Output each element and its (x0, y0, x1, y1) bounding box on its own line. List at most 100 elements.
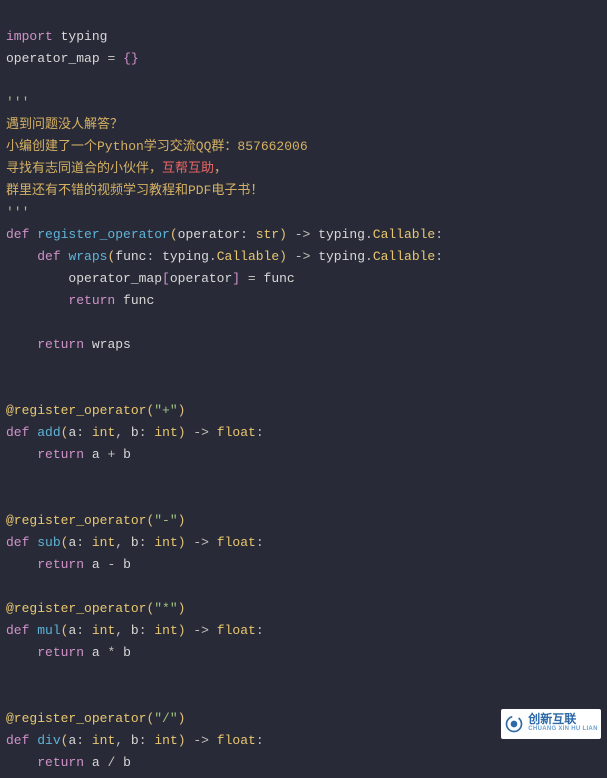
type-float: float (217, 535, 256, 550)
paren: ) (178, 425, 186, 440)
str-minus: "-" (154, 513, 177, 528)
fn-sub: sub (37, 535, 60, 550)
dot: . (365, 249, 373, 264)
mod-typing: typing (162, 249, 209, 264)
paren: ) (178, 513, 186, 528)
doc-line-3b: 互帮互助 (162, 161, 214, 176)
mod-typing: typing (61, 29, 108, 44)
watermark-sub: CHUANG XIN HU LIAN (528, 724, 597, 734)
paren: ) (178, 733, 186, 748)
mod-typing: typing (318, 227, 365, 242)
kw-import: import (6, 29, 53, 44)
doc-line-3a: 寻找有志同道合的小伙伴， (6, 161, 162, 176)
op-minus: - (107, 557, 115, 572)
op-plus: + (107, 447, 115, 462)
empty-dict: {} (123, 51, 139, 66)
paren: ) (178, 623, 186, 638)
kw-def: def (6, 623, 29, 638)
var-operator-map: operator_map (6, 51, 100, 66)
op-star: * (107, 645, 115, 660)
arg-b: b (131, 623, 139, 638)
arrow: -> (193, 733, 209, 748)
type-int: int (154, 425, 177, 440)
mod-typing: typing (318, 249, 365, 264)
colon: : (146, 249, 154, 264)
arg-b: b (123, 447, 131, 462)
arg-a: a (92, 557, 100, 572)
bracket: [ (162, 271, 170, 286)
fn-add: add (37, 425, 60, 440)
kw-return: return (37, 557, 84, 572)
fn-wraps: wraps (68, 249, 107, 264)
kw-def: def (37, 249, 60, 264)
arrow: -> (193, 425, 209, 440)
kw-def: def (6, 733, 29, 748)
kw-return: return (68, 293, 115, 308)
decorator-register: @register_operator (6, 711, 146, 726)
type-int: int (154, 623, 177, 638)
doc-line-4: 群里还有不错的视频学习教程和PDF电子书！ (6, 183, 263, 198)
kw-def: def (6, 535, 29, 550)
fn-register-operator: register_operator (37, 227, 170, 242)
arg-b: b (131, 535, 139, 550)
paren: ( (170, 227, 178, 242)
arrow: -> (193, 535, 209, 550)
arg-a: a (92, 645, 100, 660)
fn-wraps: wraps (92, 337, 131, 352)
type-str: str (256, 227, 279, 242)
bracket: ] (232, 271, 240, 286)
decorator-register: @register_operator (6, 601, 146, 616)
op-slash: / (107, 755, 115, 770)
decorator-register: @register_operator (6, 403, 146, 418)
arrow: -> (295, 249, 311, 264)
paren: ) (178, 711, 186, 726)
kw-return: return (37, 755, 84, 770)
watermark-text-wrap: 创新互联 CHUANG XIN HU LIAN (528, 714, 597, 734)
doc-line-1: 遇到问题没人解答？ (6, 117, 123, 132)
docstring-close: ''' (6, 205, 29, 220)
kw-def: def (6, 425, 29, 440)
arg-a: a (92, 447, 100, 462)
arg-b: b (123, 557, 131, 572)
type-int: int (154, 535, 177, 550)
decorator-register: @register_operator (6, 513, 146, 528)
arg-b: b (123, 755, 131, 770)
str-slash: "/" (154, 711, 177, 726)
type-int: int (92, 425, 115, 440)
type-float: float (217, 733, 256, 748)
doc-line-3c: ， (214, 161, 227, 176)
arg-func: func (115, 249, 146, 264)
colon: : (256, 733, 264, 748)
doc-line-2: 小编创建了一个Python学习交流QQ群：857662006 (6, 139, 308, 154)
colon: : (76, 425, 84, 440)
str-star: "*" (154, 601, 177, 616)
type-int: int (92, 733, 115, 748)
kw-def: def (6, 227, 29, 242)
dot: . (209, 249, 217, 264)
colon: : (76, 535, 84, 550)
colon: : (435, 227, 443, 242)
colon: : (139, 733, 147, 748)
type-float: float (217, 623, 256, 638)
kw-return: return (37, 447, 84, 462)
watermark-brand: 创新互联 (528, 714, 597, 724)
colon: : (256, 535, 264, 550)
colon: : (240, 227, 248, 242)
comma: , (115, 733, 123, 748)
docstring-open: ''' (6, 95, 29, 110)
arg-operator: operator (170, 271, 232, 286)
paren: ) (178, 601, 186, 616)
arg-b: b (123, 645, 131, 660)
comma: , (115, 535, 123, 550)
op-eq: = (107, 51, 115, 66)
type-callable: Callable (217, 249, 279, 264)
kw-return: return (37, 645, 84, 660)
logo-icon (504, 714, 524, 734)
paren: ) (178, 535, 186, 550)
paren: ) (178, 403, 186, 418)
code-block: import typing operator_map = {} ''' 遇到问题… (0, 0, 607, 778)
arg-func: func (264, 271, 295, 286)
type-int: int (92, 535, 115, 550)
colon: : (76, 623, 84, 638)
type-int: int (154, 733, 177, 748)
